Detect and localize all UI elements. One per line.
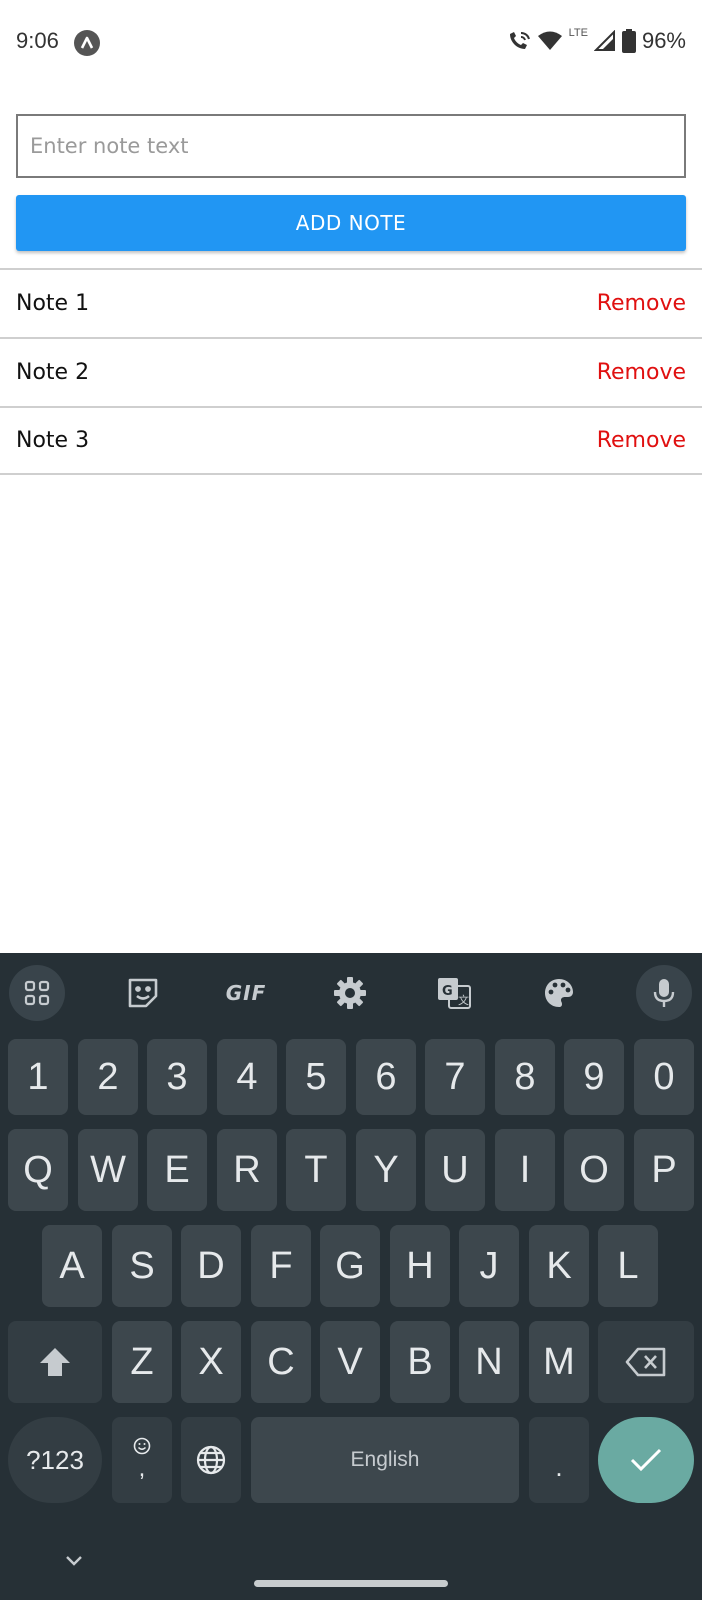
status-indicators: LTE 96% xyxy=(507,26,686,56)
key-w[interactable]: W xyxy=(78,1129,138,1211)
list-item: Note 2 Remove xyxy=(0,337,702,406)
key-5[interactable]: 5 xyxy=(286,1039,346,1115)
key-t[interactable]: T xyxy=(286,1129,346,1211)
symbols-key[interactable]: ?123 xyxy=(8,1417,102,1503)
shift-icon xyxy=(40,1348,70,1376)
key-8[interactable]: 8 xyxy=(495,1039,555,1115)
wifi-icon xyxy=(537,31,562,50)
microphone-icon[interactable] xyxy=(636,965,692,1021)
gif-icon[interactable]: GIF xyxy=(218,965,274,1021)
key-y[interactable]: Y xyxy=(356,1129,416,1211)
key-z[interactable]: Z xyxy=(112,1321,172,1403)
globe-icon xyxy=(196,1445,226,1475)
key-i[interactable]: I xyxy=(495,1129,555,1211)
soft-keyboard: GIF G 文 1 2 3 4 5 6 7 8 9 0 Q W E R T Y … xyxy=(0,953,702,1600)
palette-icon[interactable] xyxy=(531,965,587,1021)
battery-percent: 96% xyxy=(641,28,686,53)
key-o[interactable]: O xyxy=(564,1129,624,1211)
list-item: Note 3 Remove xyxy=(0,406,702,475)
emoji-icon xyxy=(133,1437,151,1455)
key-h[interactable]: H xyxy=(390,1225,450,1307)
note-text: Note 1 xyxy=(16,291,90,316)
note-text: Note 2 xyxy=(16,360,90,385)
key-s[interactable]: S xyxy=(112,1225,172,1307)
key-6[interactable]: 6 xyxy=(356,1039,416,1115)
gesture-home-bar[interactable] xyxy=(254,1580,448,1587)
key-a[interactable]: A xyxy=(42,1225,102,1307)
key-l[interactable]: L xyxy=(598,1225,658,1307)
key-r[interactable]: R xyxy=(217,1129,277,1211)
key-2[interactable]: 2 xyxy=(78,1039,138,1115)
key-b[interactable]: B xyxy=(390,1321,450,1403)
remove-button[interactable]: Remove xyxy=(597,360,686,385)
key-1[interactable]: 1 xyxy=(8,1039,68,1115)
translate-icon[interactable]: G 文 xyxy=(426,965,482,1021)
key-q[interactable]: Q xyxy=(8,1129,68,1211)
app-notification-icon xyxy=(74,30,100,56)
period-key[interactable]: . xyxy=(529,1417,589,1503)
wifi-calling-icon xyxy=(509,32,530,49)
checkmark-icon xyxy=(630,1448,662,1472)
cell-signal-icon xyxy=(593,30,615,51)
key-x[interactable]: X xyxy=(181,1321,241,1403)
notes-list: Note 1 Remove Note 2 Remove Note 3 Remov… xyxy=(0,268,702,475)
shift-key[interactable] xyxy=(8,1321,102,1403)
remove-button[interactable]: Remove xyxy=(597,291,686,316)
add-note-button[interactable]: ADD NOTE xyxy=(16,195,686,251)
key-n[interactable]: N xyxy=(459,1321,519,1403)
sticker-icon[interactable] xyxy=(115,965,171,1021)
backspace-icon xyxy=(625,1347,666,1377)
enter-key[interactable] xyxy=(598,1417,694,1503)
battery-icon xyxy=(621,29,636,53)
key-g[interactable]: G xyxy=(320,1225,380,1307)
key-j[interactable]: J xyxy=(459,1225,519,1307)
list-item: Note 1 Remove xyxy=(0,268,702,337)
svg-text:文: 文 xyxy=(458,993,469,1007)
keyboard-toolbar: GIF G 文 xyxy=(0,953,702,1025)
key-0[interactable]: 0 xyxy=(634,1039,694,1115)
apps-grid-icon[interactable] xyxy=(9,965,65,1021)
key-v[interactable]: V xyxy=(320,1321,380,1403)
remove-button[interactable]: Remove xyxy=(597,428,686,453)
comma-label: , xyxy=(138,1455,146,1482)
keyboard-collapse-icon[interactable] xyxy=(62,1549,86,1573)
key-d[interactable]: D xyxy=(181,1225,241,1307)
key-u[interactable]: U xyxy=(425,1129,485,1211)
key-3[interactable]: 3 xyxy=(147,1039,207,1115)
key-f[interactable]: F xyxy=(251,1225,311,1307)
status-bar: 9:06 LTE 96% xyxy=(0,0,702,88)
note-text-input[interactable] xyxy=(16,114,686,178)
key-e[interactable]: E xyxy=(147,1129,207,1211)
backspace-key[interactable] xyxy=(598,1321,694,1403)
settings-gear-icon[interactable] xyxy=(322,965,378,1021)
key-4[interactable]: 4 xyxy=(217,1039,277,1115)
key-c[interactable]: C xyxy=(251,1321,311,1403)
status-time: 9:06 xyxy=(16,28,59,53)
lte-label: LTE xyxy=(568,27,588,39)
gif-label: GIF xyxy=(225,981,267,1005)
svg-text:G: G xyxy=(442,984,453,999)
key-7[interactable]: 7 xyxy=(425,1039,485,1115)
space-bar[interactable]: English xyxy=(251,1417,519,1503)
key-9[interactable]: 9 xyxy=(564,1039,624,1115)
language-switch-key[interactable] xyxy=(181,1417,241,1503)
comma-emoji-key[interactable]: , xyxy=(112,1417,172,1503)
key-k[interactable]: K xyxy=(529,1225,589,1307)
note-text: Note 3 xyxy=(16,428,90,453)
key-m[interactable]: M xyxy=(529,1321,589,1403)
key-p[interactable]: P xyxy=(634,1129,694,1211)
